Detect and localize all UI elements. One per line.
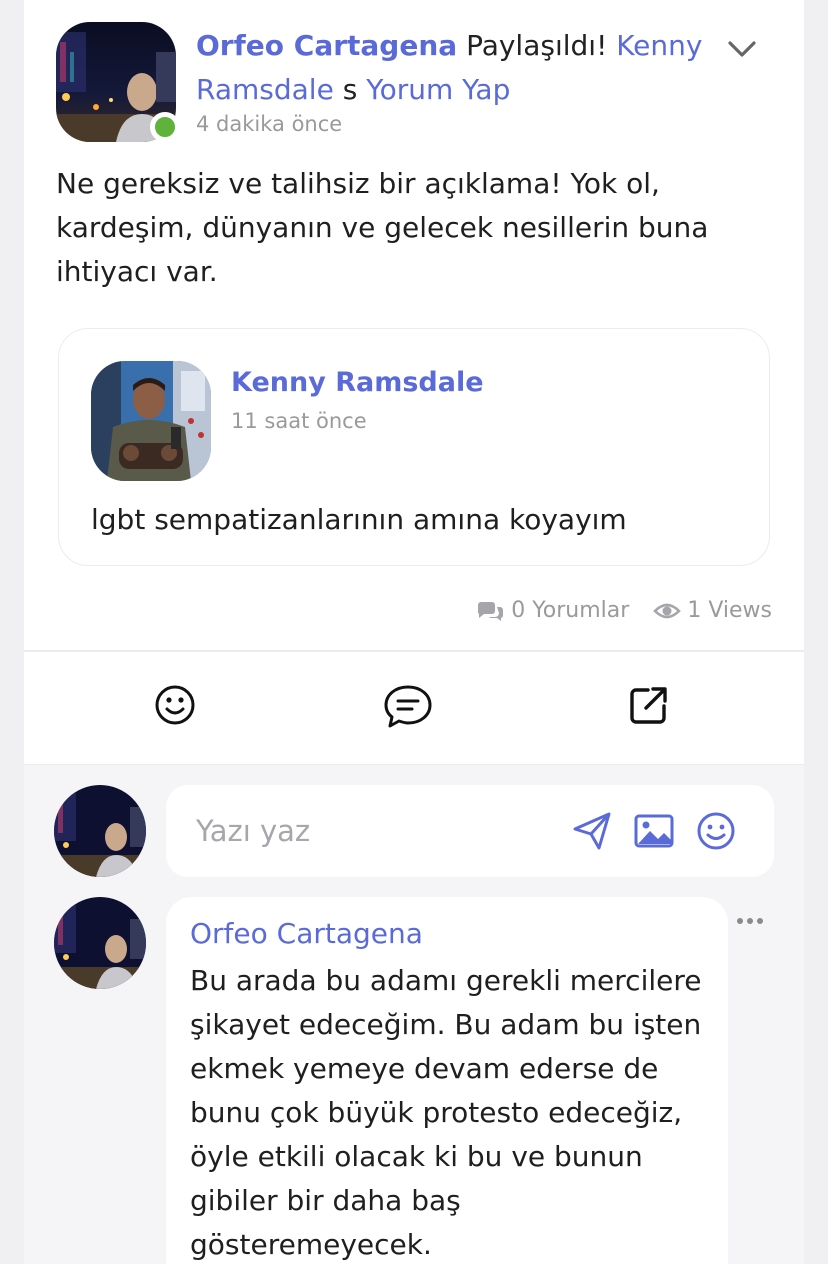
comment-bubble-icon[interactable]	[382, 682, 434, 732]
post-card: Orfeo Cartagena Paylaşıldı! Kenny Ramsda…	[24, 0, 804, 1264]
emoji-icon[interactable]	[694, 809, 738, 853]
comment-author-name[interactable]: Orfeo Cartagena	[190, 917, 423, 950]
more-options-icon[interactable]	[734, 913, 766, 929]
share-external-icon[interactable]	[626, 682, 672, 728]
shared-post-timestamp: 11 saat önce	[231, 409, 367, 433]
post-card-top: Orfeo Cartagena Paylaşıldı! Kenny Ramsda…	[24, 0, 804, 650]
comment-author-avatar[interactable]	[54, 897, 146, 989]
comments-count: 0 Yorumlar	[511, 598, 630, 623]
send-icon[interactable]	[570, 809, 614, 853]
comment-input[interactable]	[196, 809, 536, 853]
image-icon[interactable]	[632, 809, 676, 853]
chevron-down-icon[interactable]	[722, 34, 762, 64]
post-actions	[24, 652, 804, 764]
post-stats: 0 Yorumlar 1 Views	[475, 598, 772, 623]
comment-link[interactable]: Yorum Yap	[366, 73, 510, 106]
author-name-link[interactable]: Orfeo Cartagena	[196, 29, 457, 62]
possessive-suffix: s	[342, 73, 358, 106]
comments-stat[interactable]: 0 Yorumlar	[475, 598, 629, 623]
shared-author-name[interactable]: Kenny Ramsdale	[231, 367, 484, 398]
comment-text: Bu arada bu adamı gerekli mercilere şika…	[190, 964, 702, 1261]
comments-icon	[475, 599, 505, 623]
smiley-icon[interactable]	[152, 682, 198, 728]
post-timestamp: 4 dakika önce	[196, 112, 343, 136]
views-stat: 1 Views	[653, 598, 772, 623]
eye-icon	[653, 600, 682, 622]
views-count: 1 Views	[687, 598, 772, 623]
shared-post-text: lgbt sempatizanlarının amına koyayım	[91, 503, 627, 536]
shared-author-avatar[interactable]	[91, 361, 211, 481]
post-header: Orfeo Cartagena Paylaşıldı! Kenny Ramsda…	[196, 24, 736, 112]
post-text: Ne gereksiz ve talihsiz bir açıklama! Yo…	[56, 167, 709, 288]
shared-post[interactable]: Kenny Ramsdale 11 saat önce lgbt sempati…	[58, 328, 770, 566]
current-user-avatar[interactable]	[54, 785, 146, 877]
comment-bubble: Orfeo Cartagena Bu arada bu adamı gerekl…	[166, 897, 728, 1264]
online-status-dot	[150, 112, 180, 142]
comment-composer	[166, 785, 774, 877]
action-text: Paylaşıldı!	[466, 29, 608, 62]
comments-section: Orfeo Cartagena Bu arada bu adamı gerekl…	[24, 765, 804, 1264]
